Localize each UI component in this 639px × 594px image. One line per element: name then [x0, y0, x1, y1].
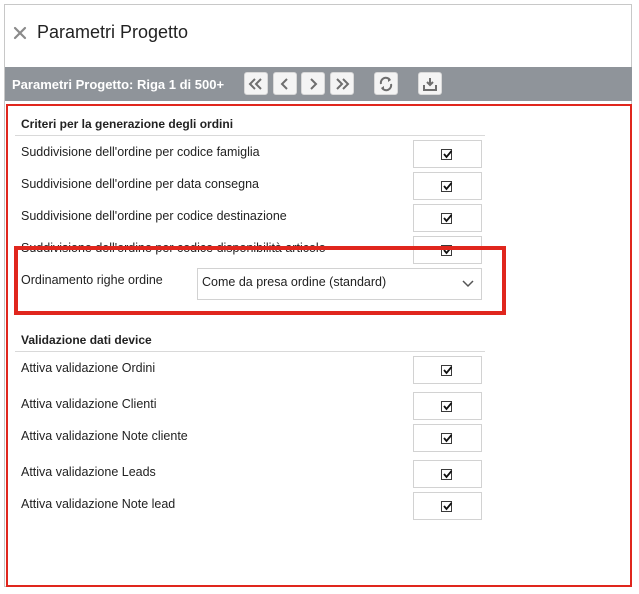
checkbox-box [441, 469, 453, 480]
checkbox-split-destination[interactable] [413, 204, 482, 232]
checkbox-box [441, 433, 453, 444]
chevron-down-icon [462, 280, 474, 288]
checkbox-box [441, 181, 453, 192]
sort-order-select[interactable]: Come da presa ordine (standard) [197, 268, 482, 300]
double-chevron-right-icon [336, 77, 350, 90]
checkbox-box [441, 365, 453, 376]
dialog-title: Parametri Progetto [37, 22, 189, 42]
record-toolbar: Parametri Progetto: Riga 1 di 500+ [5, 67, 632, 101]
first-page-button[interactable] [244, 72, 268, 95]
sort-label: Ordinamento righe ordine [21, 273, 163, 287]
record-info: Parametri Progetto: Riga 1 di 500+ [12, 77, 225, 92]
row-label: Attiva validazione Ordini [21, 361, 156, 375]
row-label: Suddivisione dell'ordine per codice dest… [21, 209, 287, 223]
checkbox-validate-customers[interactable] [413, 392, 482, 420]
chevron-left-icon [280, 77, 288, 90]
next-page-button[interactable] [301, 72, 325, 95]
save-button[interactable] [418, 72, 442, 95]
checkbox-box [441, 149, 453, 160]
prev-page-button[interactable] [273, 72, 297, 95]
refresh-icon [379, 76, 393, 91]
chevron-right-icon [310, 77, 318, 90]
row-label: Suddivisione dell'ordine per codice disp… [21, 241, 326, 255]
checkbox-box [441, 245, 453, 256]
row-label: Attiva validazione Note lead [21, 497, 176, 511]
checkbox-box [441, 501, 453, 512]
double-chevron-left-icon [248, 77, 262, 90]
row-label: Attiva validazione Note cliente [21, 429, 188, 443]
close-icon[interactable] [12, 25, 28, 41]
checkbox-split-delivery-date[interactable] [413, 172, 482, 200]
checkbox-box [441, 213, 453, 224]
checkbox-split-availability[interactable] [413, 236, 482, 264]
row-label: Attiva validazione Leads [21, 465, 156, 479]
checkbox-validate-leads[interactable] [413, 460, 482, 488]
checkbox-box [441, 401, 453, 412]
section-divider [15, 135, 485, 136]
checkbox-validate-customer-notes[interactable] [413, 424, 482, 452]
section-divider [15, 351, 485, 352]
dialog-header: Parametri Progetto [4, 4, 632, 65]
last-page-button[interactable] [330, 72, 354, 95]
download-tray-icon [423, 77, 437, 91]
checkbox-validate-orders[interactable] [413, 356, 482, 384]
refresh-button[interactable] [374, 72, 398, 95]
row-label: Suddivisione dell'ordine per codice fami… [21, 145, 260, 159]
checkbox-validate-lead-notes[interactable] [413, 492, 482, 520]
section-title-order-generation: Criteri per la generazione degli ordini [21, 117, 234, 131]
section-title-device-validation: Validazione dati device [21, 333, 152, 347]
checkbox-split-family[interactable] [413, 140, 482, 168]
sort-order-value: Come da presa ordine (standard) [202, 275, 387, 289]
row-label: Attiva validazione Clienti [21, 397, 157, 411]
row-label: Suddivisione dell'ordine per data conseg… [21, 177, 259, 191]
